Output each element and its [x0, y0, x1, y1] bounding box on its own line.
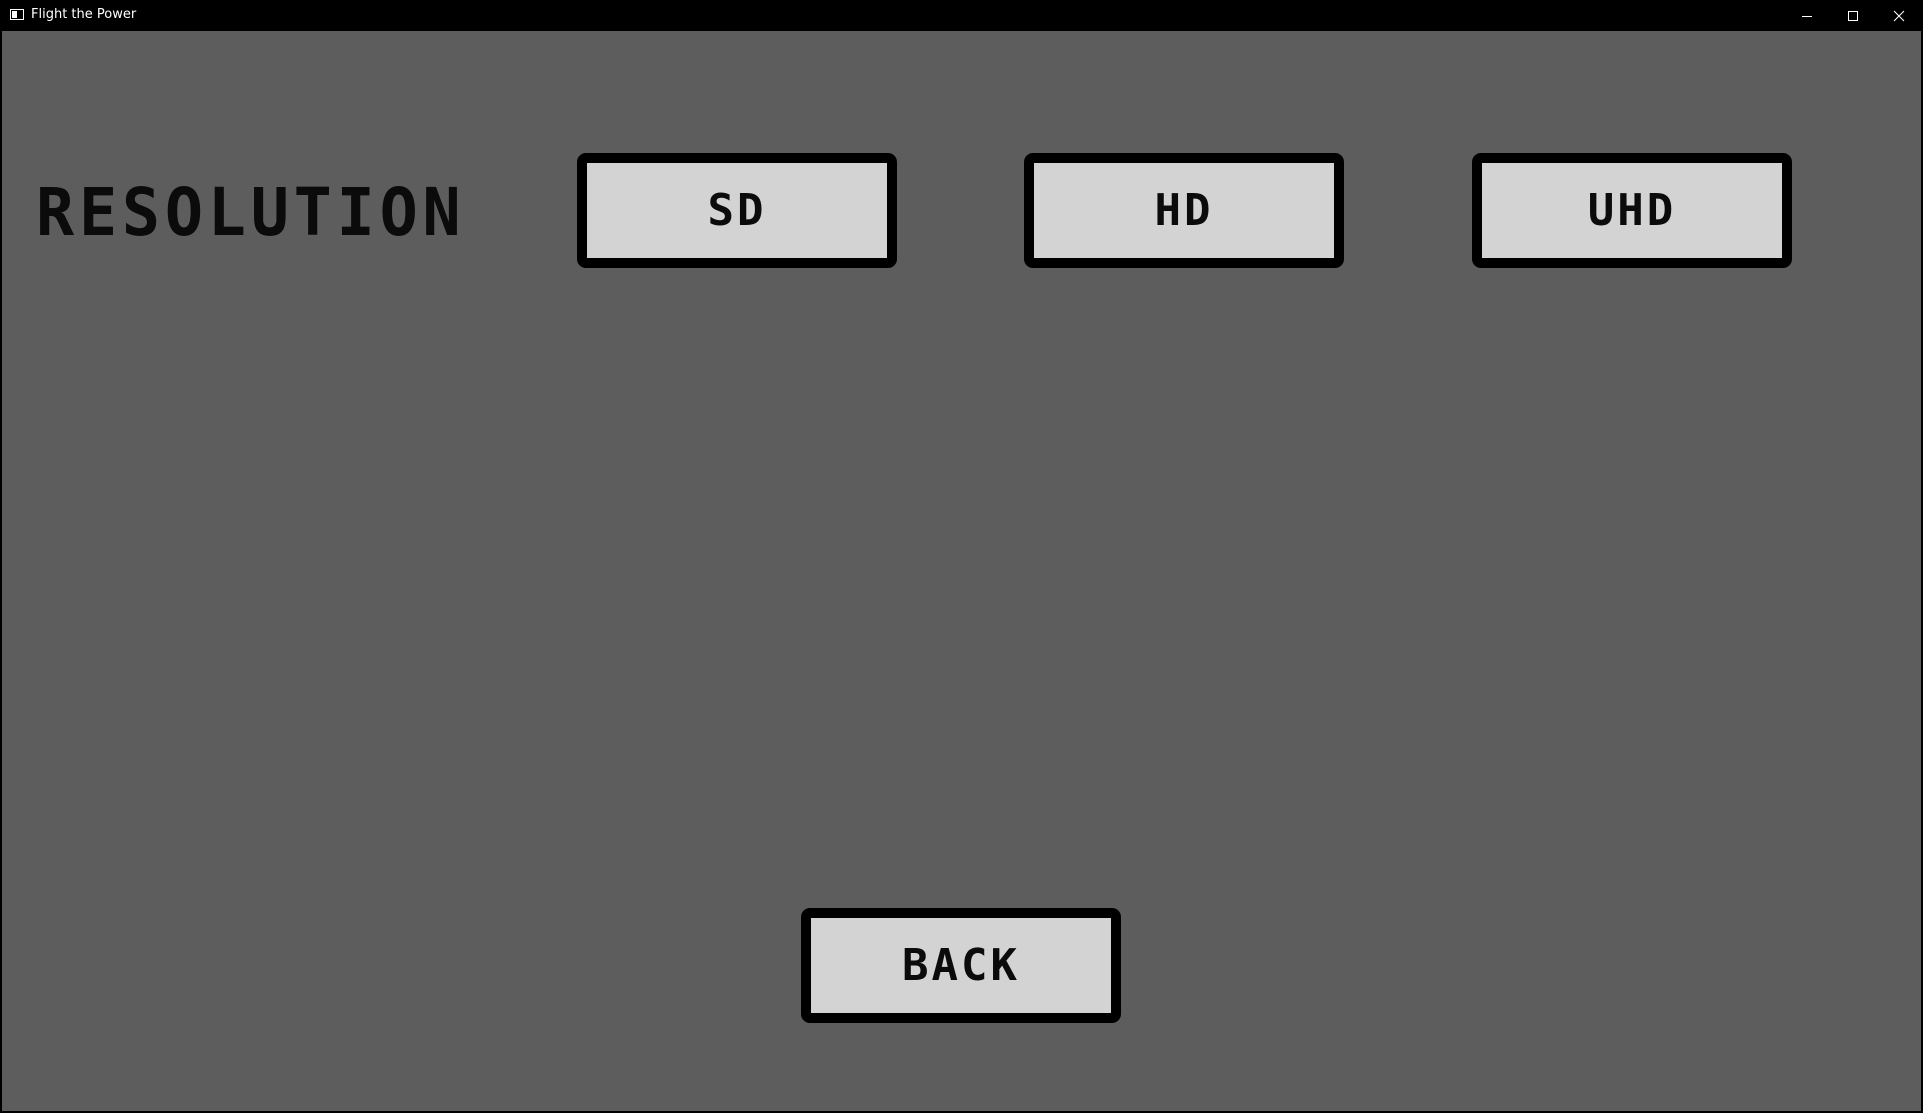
settings-screen: RESOLUTION SD HD UHD BACK: [2, 31, 1921, 1111]
minimize-icon: [1802, 15, 1812, 17]
sd-button[interactable]: SD: [577, 153, 897, 268]
back-button[interactable]: BACK: [801, 908, 1121, 1023]
minimize-button[interactable]: [1784, 0, 1830, 31]
app-window-icon: [10, 9, 24, 20]
uhd-button-label: UHD: [1587, 185, 1677, 236]
uhd-button[interactable]: UHD: [1472, 153, 1792, 268]
maximize-icon: [1848, 10, 1858, 21]
sd-button-label: SD: [707, 185, 767, 236]
close-button[interactable]: [1876, 0, 1922, 31]
game-window: Flight the Power RESOLUTION SD HD UHD BA…: [0, 0, 1923, 1113]
hd-button-label: HD: [1154, 185, 1214, 236]
window-title: Flight the Power: [31, 7, 137, 22]
resolution-label: RESOLUTION: [36, 174, 466, 251]
back-button-label: BACK: [902, 940, 1020, 991]
hd-button[interactable]: HD: [1024, 153, 1344, 268]
title-bar[interactable]: Flight the Power: [0, 0, 1923, 31]
close-icon: [1893, 10, 1905, 21]
maximize-button[interactable]: [1830, 0, 1876, 31]
